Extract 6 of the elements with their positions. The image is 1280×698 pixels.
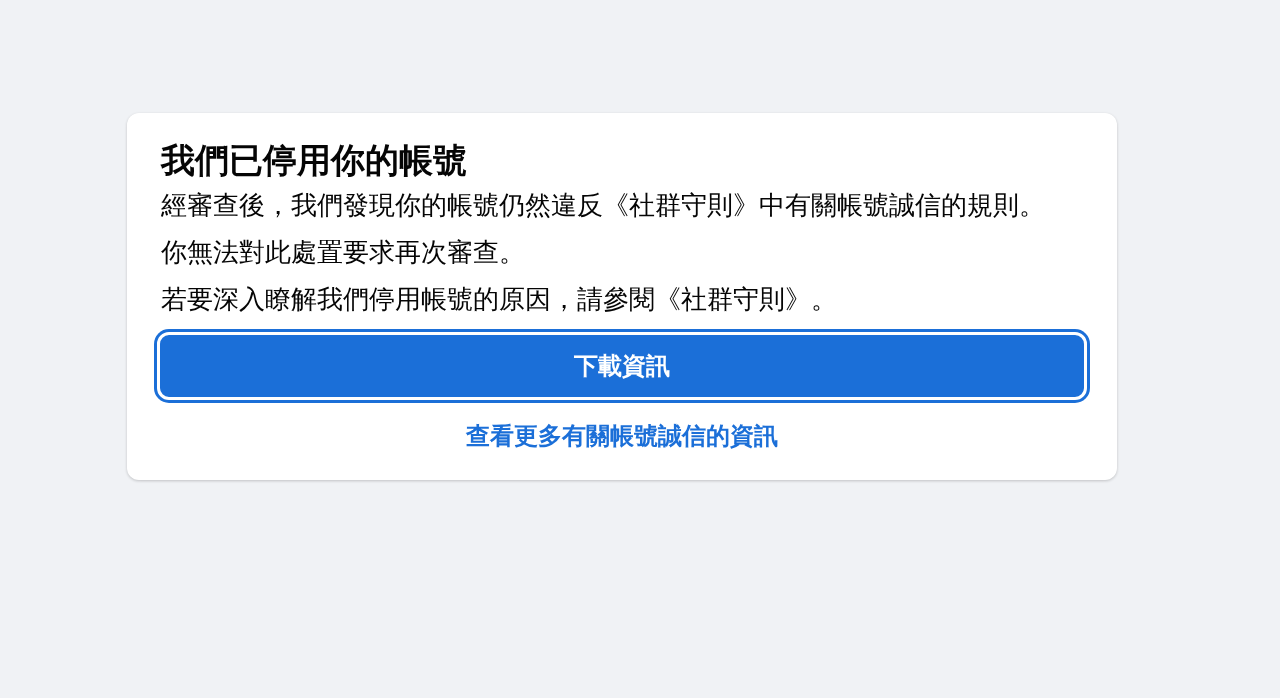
- paragraph: 經審查後，我們發現你的帳號仍然違反《社群守則》中有關帳號誠信的規則。: [161, 189, 1046, 222]
- more-info-link[interactable]: 查看更多有關帳號誠信的資訊: [466, 418, 778, 454]
- paragraph: 你無法對此處置要求再次審查。: [161, 236, 526, 269]
- paragraph: 若要深入瞭解我們停用帳號的原因，請參閱《社群守則》。: [161, 283, 838, 316]
- download-button[interactable]: 下載資訊: [157, 332, 1087, 400]
- dialog-title: 我們已停用你的帳號: [161, 139, 468, 182]
